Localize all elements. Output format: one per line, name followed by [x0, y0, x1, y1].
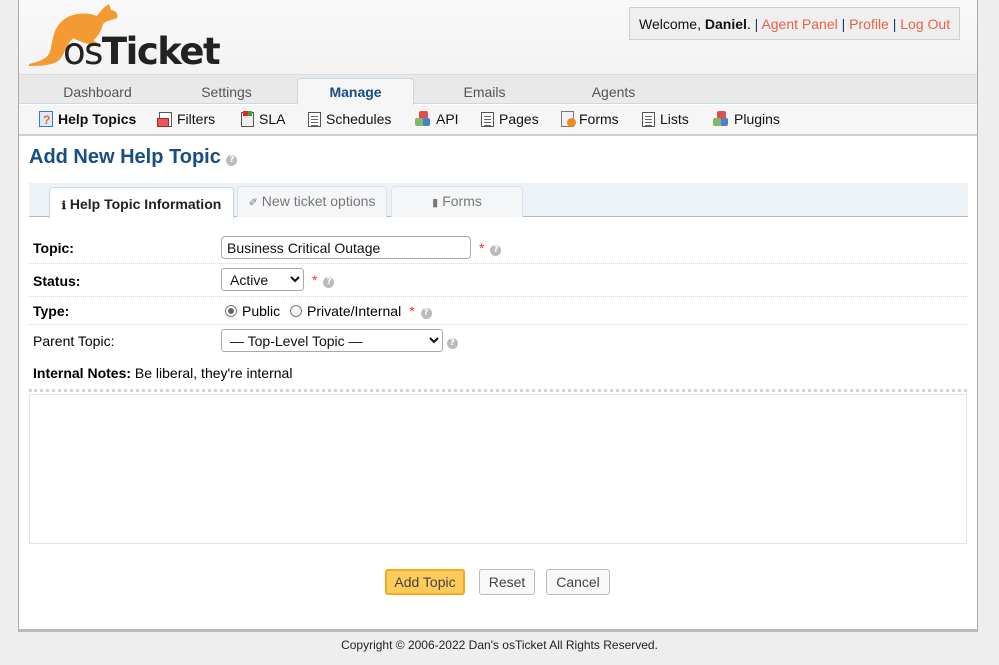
separator: | — [892, 16, 897, 32]
private-internal-radio-label: Private/Internal — [307, 303, 402, 319]
forms-tab-icon: ▮ — [432, 197, 439, 209]
subnav-label: Help Topics — [58, 111, 137, 127]
subnav-help-topics[interactable]: Help Topics — [39, 105, 137, 135]
subnav-label: Schedules — [326, 111, 392, 127]
parent-topic-field: — Top-Level Topic — ? — [221, 329, 458, 352]
topic-field: *? — [221, 236, 502, 259]
help-icon[interactable]: ? — [323, 276, 335, 288]
page-title: Add New Help Topic ? — [29, 146, 238, 169]
subnav-schedules[interactable]: Schedules — [308, 105, 391, 134]
agent-panel-link[interactable]: Agent Panel — [761, 16, 837, 32]
welcome-text: Welcome, — [639, 16, 705, 32]
subnav-api[interactable]: API — [415, 105, 459, 134]
osticket-logo[interactable]: osTicket — [27, 2, 232, 73]
required-marker: * — [479, 239, 485, 256]
nav-tab-emails[interactable]: Emails — [426, 79, 543, 106]
cancel-button[interactable]: Cancel — [546, 569, 610, 595]
internal-notes-editor — [29, 389, 967, 544]
reset-button[interactable]: Reset — [479, 569, 535, 595]
topic-input[interactable] — [221, 236, 471, 259]
subnav-label: Lists — [660, 111, 689, 127]
tab-forms[interactable]: ▮ Forms — [391, 186, 523, 217]
public-radio[interactable] — [225, 305, 237, 317]
tab-label: Help Topic Information — [69, 196, 222, 212]
subnav-sla[interactable]: SLA — [241, 105, 285, 134]
type-row: Type: Public Private/Internal *? — [29, 297, 968, 325]
topic-row: Topic: *? — [29, 232, 968, 264]
topic-label: Topic: — [33, 240, 74, 256]
forms-icon — [561, 111, 576, 127]
lists-icon — [642, 112, 655, 127]
pages-icon — [481, 112, 494, 127]
required-marker: * — [312, 271, 318, 288]
required-marker: * — [409, 303, 415, 319]
logo-wordmark: osTicket — [63, 30, 221, 73]
nav-tab-agents[interactable]: Agents — [555, 79, 672, 106]
main-nav: Dashboard Settings Manage Emails Agents — [19, 74, 977, 107]
welcome-bar: Welcome, Daniel. | Agent Panel | Profile… — [629, 7, 961, 40]
separator: | — [754, 16, 759, 32]
internal-notes-textarea[interactable] — [29, 394, 967, 544]
internal-notes-label: Internal Notes: Be liberal, they're inte… — [33, 365, 292, 381]
subnav-label: SLA — [259, 111, 286, 127]
subnav-label: Forms — [579, 111, 619, 127]
subnav-forms[interactable]: Forms — [561, 105, 619, 134]
subnav-label: Plugins — [734, 111, 780, 127]
add-topic-button[interactable]: Add Topic — [385, 569, 465, 595]
status-label: Status: — [33, 273, 81, 289]
status-field: Active *? — [221, 268, 335, 291]
logo-ticket: Ticket — [101, 30, 221, 73]
internal-notes-title: Internal Notes: — [33, 365, 132, 381]
page-container: osTicket Welcome, Daniel. | Agent Panel … — [18, 0, 978, 632]
help-icon[interactable]: ? — [226, 155, 238, 166]
nav-tab-settings[interactable]: Settings — [168, 79, 285, 106]
plugins-icon — [713, 111, 729, 127]
subnav-label: API — [436, 111, 459, 127]
help-icon[interactable]: ? — [446, 337, 458, 349]
api-icon — [415, 111, 431, 127]
user-name: Daniel — [704, 16, 747, 32]
parent-topic-row: Parent Topic: — Top-Level Topic — ? — [29, 325, 968, 357]
status-select[interactable]: Active — [221, 268, 304, 291]
internal-notes-hint: Be liberal, they're internal — [134, 365, 293, 381]
subnav-filters[interactable]: Filters — [157, 105, 216, 134]
nav-tab-manage[interactable]: Manage — [297, 78, 414, 107]
ticket-icon: ✐ — [248, 197, 258, 209]
subnav-label: Pages — [499, 111, 539, 127]
help-icon[interactable]: ? — [420, 308, 432, 319]
tab-label: New ticket options — [261, 193, 376, 209]
schedules-icon — [308, 112, 321, 127]
nav-tab-dashboard[interactable]: Dashboard — [39, 79, 156, 106]
subnav-label: Filters — [177, 111, 216, 127]
type-field: Public Private/Internal *? — [225, 303, 432, 319]
separator: | — [841, 16, 846, 32]
public-radio-label: Public — [242, 303, 281, 319]
logout-link[interactable]: Log Out — [900, 16, 950, 32]
status-row: Status: Active *? — [29, 264, 968, 297]
logo-os: os — [63, 30, 103, 73]
welcome-period: . — [746, 16, 751, 32]
tab-new-ticket-options[interactable]: ✐ New ticket options — [237, 186, 387, 217]
subnav-lists[interactable]: Lists — [642, 105, 689, 134]
profile-link[interactable]: Profile — [849, 16, 889, 32]
help-topics-icon — [39, 106, 53, 135]
type-label: Type: — [33, 303, 70, 319]
help-icon[interactable]: ? — [490, 244, 502, 256]
sub-nav: Help Topics Filters SLA Schedules API Pa… — [19, 105, 977, 136]
subnav-plugins[interactable]: Plugins — [713, 105, 780, 134]
private-internal-radio[interactable] — [290, 305, 303, 317]
parent-topic-select[interactable]: — Top-Level Topic — — [221, 329, 443, 352]
form-tabs: ℹ Help Topic Information ✐ New ticket opti… — [29, 183, 968, 219]
info-icon: ℹ — [61, 200, 66, 212]
page-title-text: Add New Help Topic — [29, 146, 221, 168]
footer: Copyright © 2006-2022 Dan's osTicket All… — [0, 638, 999, 652]
parent-topic-label: Parent Topic: — [33, 333, 115, 349]
subnav-pages[interactable]: Pages — [481, 105, 539, 134]
tab-help-topic-information[interactable]: ℹ Help Topic Information — [49, 187, 234, 219]
header: osTicket Welcome, Daniel. | Agent Panel … — [19, 0, 977, 74]
sla-icon — [241, 111, 254, 127]
tab-label: Forms — [442, 193, 482, 209]
copyright-text: Copyright © 2006-2022 Dan's osTicket All… — [341, 638, 658, 652]
filters-icon — [157, 112, 172, 127]
